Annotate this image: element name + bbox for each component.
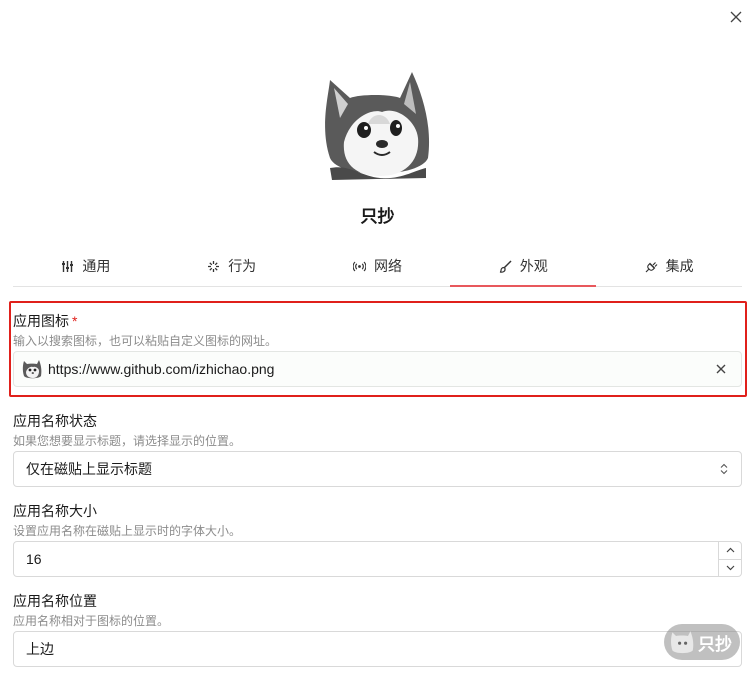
tab-appearance[interactable]: 外观: [450, 246, 596, 287]
clear-icon-button[interactable]: [707, 355, 735, 383]
name-size-label: 应用名称大小: [13, 503, 97, 519]
name-size-desc: 设置应用名称在磁贴上显示时的字体大小。: [13, 524, 242, 538]
name-state-desc: 如果您想要显示标题，请选择显示的位置。: [13, 434, 242, 448]
husky-icon: [325, 72, 430, 180]
husky-logo-icon: [671, 631, 694, 654]
husky-thumbnail-icon: [22, 360, 42, 379]
name-position-value: 上边: [26, 641, 54, 657]
name-state-value: 仅在磁贴上显示标题: [26, 461, 152, 477]
close-button[interactable]: [725, 6, 747, 28]
sparkle-icon: [208, 260, 220, 272]
tab-integration[interactable]: 集成: [596, 246, 742, 286]
brush-icon: [499, 259, 512, 273]
icon-field-desc: 输入以搜索图标，也可以粘贴自定义图标的网址。: [13, 334, 278, 348]
tab-behavior-label: 行为: [228, 258, 257, 274]
chevron-up-icon: [726, 547, 734, 553]
close-icon: [730, 11, 742, 23]
decrement-button[interactable]: [719, 560, 741, 577]
name-state-select[interactable]: 仅在磁贴上显示标题: [13, 451, 742, 487]
icon-url-input[interactable]: https://www.github.com/izhichao.png: [13, 351, 742, 387]
name-size-input[interactable]: 16: [13, 541, 742, 577]
settings-tabs: 通用 行为 网络 外观 集成: [13, 246, 742, 287]
tab-network[interactable]: 网络: [305, 246, 451, 286]
app-name: 只抄: [360, 207, 395, 226]
number-stepper: [718, 542, 741, 576]
tab-integration-label: 集成: [665, 258, 694, 274]
tab-appearance-label: 外观: [519, 258, 548, 274]
plug-icon: [645, 261, 658, 272]
tab-behavior[interactable]: 行为: [159, 246, 305, 286]
select-updown-icon: [717, 461, 731, 477]
icon-url-value: https://www.github.com/izhichao.png: [48, 361, 275, 377]
tab-network-label: 网络: [373, 258, 402, 274]
increment-button[interactable]: [719, 542, 741, 560]
chevron-down-icon: [726, 565, 734, 571]
app-avatar: [320, 68, 434, 184]
name-position-label: 应用名称位置: [13, 593, 97, 609]
watermark: 只抄: [664, 624, 740, 660]
icon-field-label-text: 应用图标: [13, 313, 69, 329]
name-size-value: 16: [26, 551, 42, 567]
broadcast-icon: [352, 261, 366, 271]
name-state-label: 应用名称状态: [13, 413, 97, 429]
required-marker: *: [72, 313, 78, 329]
icon-field-label: 应用图标 *: [13, 311, 77, 331]
name-position-select[interactable]: 上边: [13, 631, 742, 667]
sliders-icon: [62, 260, 74, 272]
name-position-desc: 应用名称相对于图标的位置。: [13, 614, 170, 628]
tab-general[interactable]: 通用: [13, 246, 159, 286]
watermark-text: 只抄: [698, 634, 732, 654]
tab-general-label: 通用: [82, 258, 111, 274]
clear-icon: [716, 364, 726, 374]
